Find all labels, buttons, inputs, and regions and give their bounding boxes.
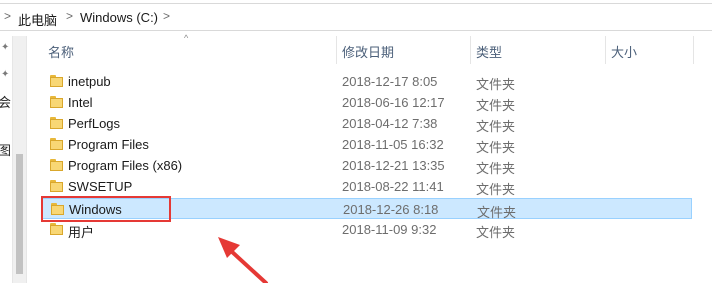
highlight-box xyxy=(41,196,171,222)
folder-icon xyxy=(50,159,63,171)
pin-icon[interactable]: ✦ xyxy=(1,69,9,80)
column-header-type[interactable]: 类型 xyxy=(476,42,502,61)
file-type: 文件夹 xyxy=(476,161,516,176)
file-type: 文件夹 xyxy=(476,119,516,134)
file-date: 2018-08-22 11:41 xyxy=(342,179,444,194)
column-divider[interactable] xyxy=(693,36,694,64)
file-date: 2018-11-09 9:32 xyxy=(342,222,437,237)
file-row-swsetup[interactable]: SWSETUP 2018-08-22 11:41 文件夹 xyxy=(42,176,692,197)
file-name: inetpub xyxy=(68,74,111,89)
column-divider[interactable] xyxy=(605,36,606,64)
file-type: 文件夹 xyxy=(476,77,516,92)
file-name: SWSETUP xyxy=(68,179,133,194)
file-row-program-files-x86[interactable]: Program Files (x86) 2018-12-21 13:35 文件夹 xyxy=(42,155,692,176)
file-row-intel[interactable]: Intel 2018-06-16 12:17 文件夹 xyxy=(42,92,692,113)
file-date: 2018-12-21 13:35 xyxy=(342,158,445,173)
column-divider[interactable] xyxy=(336,36,337,64)
file-name: PerfLogs xyxy=(68,116,121,131)
sort-arrow-icon: ^ xyxy=(184,33,189,43)
file-name: 用户 xyxy=(68,225,95,240)
file-name: Program Files (x86) xyxy=(68,158,183,173)
file-row-perflogs[interactable]: PerfLogs 2018-04-12 7:38 文件夹 xyxy=(42,113,692,134)
folder-icon xyxy=(50,180,63,192)
file-date: 2018-06-16 12:17 xyxy=(342,95,445,110)
folder-icon xyxy=(50,223,63,235)
folder-icon xyxy=(50,117,63,129)
column-header-date[interactable]: 修改日期 xyxy=(342,42,394,61)
file-type: 文件夹 xyxy=(476,225,516,240)
breadcrumb-separator[interactable]: > xyxy=(4,9,11,23)
file-type: 文件夹 xyxy=(476,140,516,155)
file-name: Intel xyxy=(68,95,93,110)
file-row-program-files[interactable]: Program Files 2018-11-05 16:32 文件夹 xyxy=(42,134,692,155)
file-date: 2018-04-12 7:38 xyxy=(342,116,438,131)
column-header-size[interactable]: 大小 xyxy=(611,42,637,61)
file-date: 2018-12-17 8:05 xyxy=(342,74,438,89)
nav-scrollbar[interactable] xyxy=(12,36,27,283)
file-type: 文件夹 xyxy=(476,182,516,197)
folder-icon xyxy=(50,138,63,150)
file-name: Program Files xyxy=(68,137,149,152)
pin-icon[interactable]: ✦ xyxy=(1,42,9,53)
breadcrumb-separator[interactable]: > xyxy=(163,9,170,23)
file-date: 2018-11-05 16:32 xyxy=(342,137,444,152)
breadcrumb-separator[interactable]: > xyxy=(66,9,73,23)
file-row-inetpub[interactable]: inetpub 2018-12-17 8:05 文件夹 xyxy=(42,71,692,92)
file-row-users[interactable]: 用户 2018-11-09 9:32 文件夹 xyxy=(42,219,692,240)
file-type: 文件夹 xyxy=(476,98,516,113)
navigation-pane: ✦ ✦ 会 图 xyxy=(0,36,12,283)
breadcrumb-this-pc[interactable]: 此电脑 xyxy=(18,10,57,29)
nav-item-partial[interactable]: 图 xyxy=(0,140,11,159)
nav-item-partial[interactable]: 会 xyxy=(0,92,11,111)
nav-scrollbar-thumb[interactable] xyxy=(16,154,23,274)
file-date: 2018-12-26 8:18 xyxy=(343,202,439,217)
column-divider[interactable] xyxy=(470,36,471,64)
address-bar[interactable]: > 此电脑 > Windows (C:) > xyxy=(0,0,712,36)
folder-icon xyxy=(50,75,63,87)
breadcrumb-drive-c[interactable]: Windows (C:) xyxy=(80,10,158,25)
column-header-name[interactable]: 名称 xyxy=(48,42,74,61)
folder-icon xyxy=(50,96,63,108)
